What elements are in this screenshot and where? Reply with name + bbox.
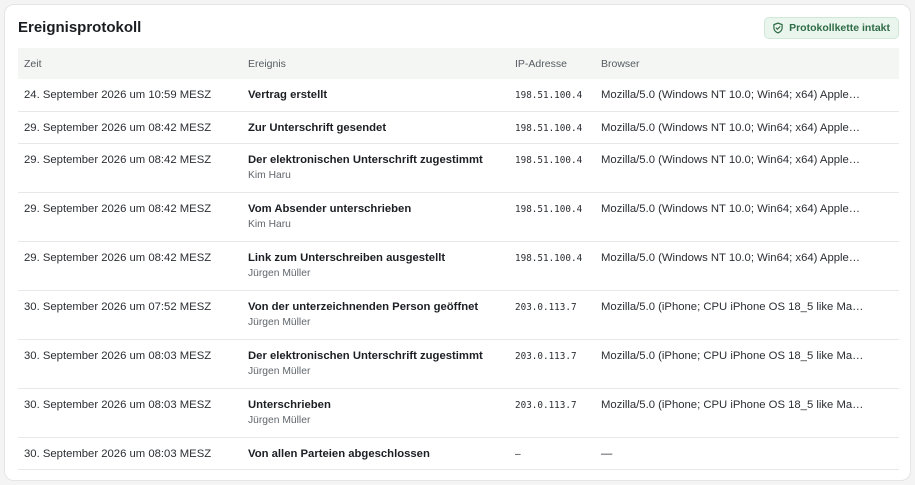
table-row: 29. September 2026 um 08:42 MESZ Vom Abse… [18,192,899,242]
event-actor: Kim Haru [248,169,291,181]
browser-user-agent: Mozilla/5.0 (iPhone; CPU iPhone OS 18_5 … [601,349,864,362]
cell-browser: Mozilla/5.0 (Windows NT 10.0; Win64; x64… [595,79,899,112]
event-title: Vom Absender unterschrieben [248,202,412,215]
event-actor: Jürgen Müller [248,365,311,377]
cell-browser: Mozilla/5.0 (iPhone; CPU iPhone OS 18_5 … [595,290,899,340]
cell-time: 30. September 2026 um 08:03 MESZ [18,339,242,389]
cell-event: Zur Unterschrift gesendet [242,111,509,144]
browser-user-agent: Mozilla/5.0 (iPhone; CPU iPhone OS 18_5 … [601,398,864,411]
table-row: 24. September 2026 um 10:59 MESZ Vertrag … [18,79,899,112]
event-log-card: Ereignisprotokoll Protokollkette intakt … [4,4,911,481]
cell-time: 30. September 2026 um 08:03 MESZ [18,437,242,470]
ip-address: 198.51.100.4 [515,90,583,101]
event-title: Von der unterzeichnenden Person geöffnet [248,300,479,313]
table-row: 30. September 2026 um 08:03 MESZ Der elek… [18,339,899,389]
cell-event: Der elektronischen Unterschrift zugestim… [242,143,509,193]
shield-check-icon [772,22,784,34]
table-row: 30. September 2026 um 08:03 MESZ Von alle… [18,437,899,470]
ip-address: 198.51.100.4 [515,154,583,166]
badge-label: Protokollkette intakt [789,22,890,34]
cell-time: 30. September 2026 um 08:03 MESZ [18,388,242,438]
cell-event: Der elektronischen Unterschrift zugestim… [242,339,509,389]
cell-ip: 198.51.100.4 [509,192,595,242]
browser-user-agent: Mozilla/5.0 (Windows NT 10.0; Win64; x64… [601,251,861,264]
table-row: 29. September 2026 um 08:42 MESZ Link zum… [18,241,899,291]
cell-browser: Mozilla/5.0 (iPhone; CPU iPhone OS 18_5 … [595,339,899,389]
column-header-ip: IP-Adresse [509,48,595,79]
event-actor: Jürgen Müller [248,267,311,279]
cell-time: 29. September 2026 um 08:42 MESZ [18,192,242,242]
card-title: Ereignisprotokoll [18,19,142,36]
table-row: 29. September 2026 um 08:42 MESZ Zur Unte… [18,111,899,144]
cell-event: Link zum Unterschreiben ausgestellt Jürge… [242,241,509,291]
browser-user-agent: Mozilla/5.0 (Windows NT 10.0; Win64; x64… [601,202,861,215]
ip-address: 198.51.100.4 [515,252,583,264]
cell-event: Von allen Parteien abgeschlossen [242,437,509,470]
event-actor: Jürgen Müller [248,316,311,328]
ip-address: 198.51.100.4 [515,203,583,215]
table-body: 24. September 2026 um 10:59 MESZ Vertrag … [18,79,899,470]
event-title: Link zum Unterschreiben ausgestellt [248,251,446,264]
ip-address: 203.0.113.7 [515,350,577,362]
browser-user-agent: Mozilla/5.0 (Windows NT 10.0; Win64; x64… [601,89,861,101]
cell-event: Vertrag erstellt [242,79,509,112]
column-header-browser: Browser [595,48,899,79]
event-title: Zur Unterschrift gesendet [248,121,387,134]
event-title: Unterschrieben [248,398,331,411]
cell-time: 29. September 2026 um 08:42 MESZ [18,143,242,193]
cell-ip: 198.51.100.4 [509,241,595,291]
ip-address: – [515,448,521,460]
table-header-row: Zeit Ereignis IP-Adresse Browser [18,48,899,79]
cell-browser: Mozilla/5.0 (iPhone; CPU iPhone OS 18_5 … [595,388,899,438]
cell-ip: 198.51.100.4 [509,79,595,112]
cell-browser: — [595,437,899,470]
table-row: 29. September 2026 um 08:42 MESZ Der elek… [18,143,899,193]
ip-address: 203.0.113.7 [515,399,577,411]
table-row: 30. September 2026 um 08:03 MESZ Untersch… [18,388,899,438]
cell-browser: Mozilla/5.0 (Windows NT 10.0; Win64; x64… [595,111,899,144]
cell-browser: Mozilla/5.0 (Windows NT 10.0; Win64; x64… [595,192,899,242]
cell-ip: 203.0.113.7 [509,339,595,389]
cell-browser: Mozilla/5.0 (Windows NT 10.0; Win64; x64… [595,241,899,291]
browser-user-agent: Mozilla/5.0 (Windows NT 10.0; Win64; x64… [601,121,861,134]
event-actor: Jürgen Müller [248,414,311,426]
cell-event: Unterschrieben Jürgen Müller [242,388,509,438]
cell-time: 30. September 2026 um 07:52 MESZ [18,290,242,340]
ip-address: 203.0.113.7 [515,301,577,313]
event-title: Der elektronischen Unterschrift zugestim… [248,349,483,362]
event-title: Von allen Parteien abgeschlossen [248,447,430,460]
cell-ip: 198.51.100.4 [509,111,595,144]
column-header-time: Zeit [18,48,242,79]
cell-browser: Mozilla/5.0 (Windows NT 10.0; Win64; x64… [595,143,899,193]
cell-time: 29. September 2026 um 08:42 MESZ [18,111,242,144]
cell-time: 24. September 2026 um 10:59 MESZ [18,79,242,112]
cell-ip: 203.0.113.7 [509,388,595,438]
chain-intact-badge: Protokollkette intakt [764,17,899,39]
cell-event: Vom Absender unterschrieben Kim Haru [242,192,509,242]
browser-user-agent: Mozilla/5.0 (Windows NT 10.0; Win64; x64… [601,153,861,166]
cell-ip: – [509,437,595,470]
cell-event: Von der unterzeichnenden Person geöffnet… [242,290,509,340]
event-title: Vertrag erstellt [248,89,328,101]
card-header: Ereignisprotokoll Protokollkette intakt [5,5,910,49]
cell-ip: 198.51.100.4 [509,143,595,193]
event-table: Zeit Ereignis IP-Adresse Browser 24. Sep… [18,48,899,470]
browser-user-agent: Mozilla/5.0 (iPhone; CPU iPhone OS 18_5 … [601,300,864,313]
event-actor: Kim Haru [248,218,291,230]
column-header-event: Ereignis [242,48,509,79]
table-row: 30. September 2026 um 07:52 MESZ Von der … [18,290,899,340]
cell-time: 29. September 2026 um 08:42 MESZ [18,241,242,291]
ip-address: 198.51.100.4 [515,122,583,134]
cell-ip: 203.0.113.7 [509,290,595,340]
event-title: Der elektronischen Unterschrift zugestim… [248,153,483,166]
browser-user-agent: — [601,447,613,460]
